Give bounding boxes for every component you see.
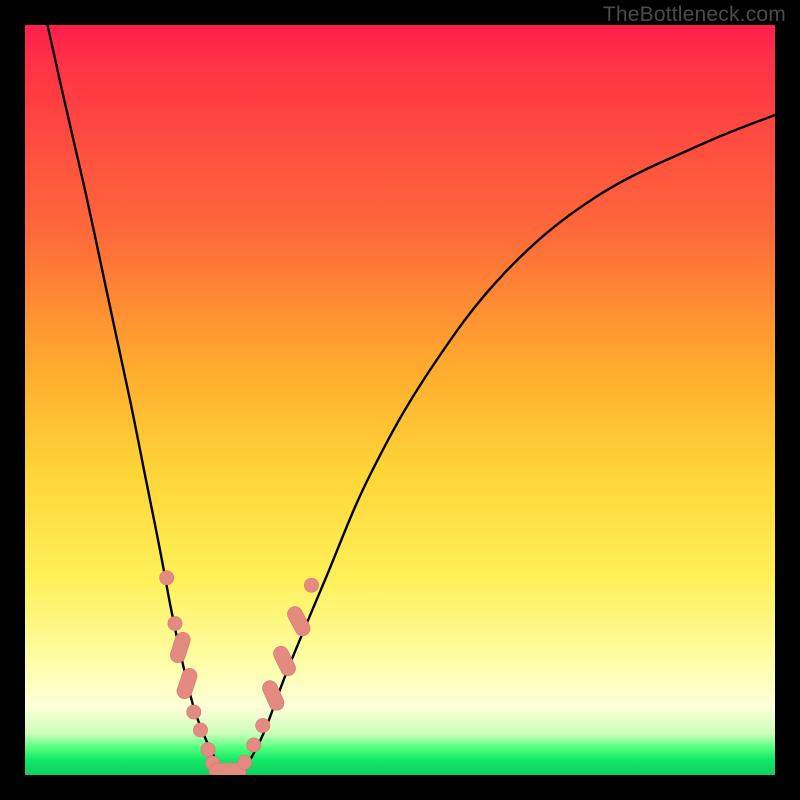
data-point-dot — [168, 616, 182, 630]
data-point-dot — [193, 723, 207, 737]
data-point-dot — [201, 742, 215, 756]
outer-black-frame: TheBottleneck.com — [0, 0, 800, 800]
data-point-dot — [304, 578, 318, 592]
bottleneck-curve-path — [48, 25, 776, 773]
bottleneck-curve — [48, 25, 776, 773]
data-point-capsule — [271, 644, 298, 679]
watermark-text: TheBottleneck.com — [603, 3, 786, 27]
data-point-dot — [256, 718, 270, 732]
data-point-dot — [160, 571, 174, 585]
plot-area — [25, 25, 775, 775]
data-point-markers — [160, 571, 319, 775]
data-point-dot — [238, 755, 252, 769]
data-point-capsule — [175, 666, 199, 700]
data-point-capsule — [168, 630, 192, 664]
data-point-dot — [187, 705, 201, 719]
chart-svg — [25, 25, 775, 775]
data-point-dot — [247, 738, 261, 752]
